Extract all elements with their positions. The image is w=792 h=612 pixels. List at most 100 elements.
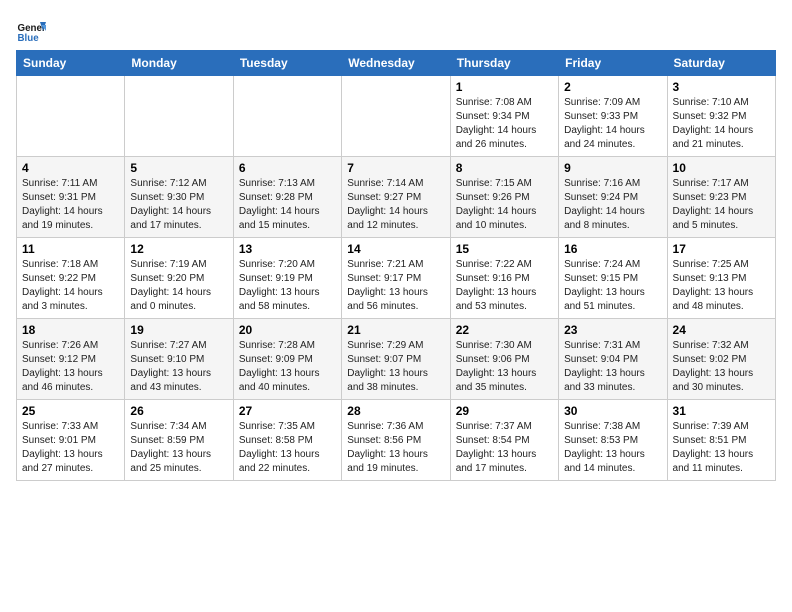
day-number: 3 <box>673 80 770 94</box>
day-number: 14 <box>347 242 444 256</box>
day-number: 8 <box>456 161 553 175</box>
day-info: Sunrise: 7:38 AM Sunset: 8:53 PM Dayligh… <box>564 420 661 476</box>
calendar-cell: 15Sunrise: 7:22 AM Sunset: 9:16 PM Dayli… <box>450 238 558 319</box>
day-info: Sunrise: 7:33 AM Sunset: 9:01 PM Dayligh… <box>22 420 119 476</box>
calendar-cell: 7Sunrise: 7:14 AM Sunset: 9:27 PM Daylig… <box>342 157 450 238</box>
day-info: Sunrise: 7:18 AM Sunset: 9:22 PM Dayligh… <box>22 258 119 314</box>
day-number: 5 <box>130 161 227 175</box>
calendar-table: SundayMondayTuesdayWednesdayThursdayFrid… <box>16 50 776 481</box>
day-info: Sunrise: 7:12 AM Sunset: 9:30 PM Dayligh… <box>130 177 227 233</box>
week-row-5: 25Sunrise: 7:33 AM Sunset: 9:01 PM Dayli… <box>17 400 776 481</box>
day-info: Sunrise: 7:34 AM Sunset: 8:59 PM Dayligh… <box>130 420 227 476</box>
day-number: 30 <box>564 404 661 418</box>
calendar-cell: 4 Sunrise: 7:11 AM Sunset: 9:31 PM Daylig… <box>17 157 125 238</box>
calendar-cell: 6 Sunrise: 7:13 AM Sunset: 9:28 PM Daylig… <box>233 157 341 238</box>
calendar-cell: 21 Sunrise: 7:29 AM Sunset: 9:07 PM Dayli… <box>342 319 450 400</box>
day-info: Sunrise: 7:27 AM Sunset: 9:10 PM Dayligh… <box>130 339 227 395</box>
day-info: Sunrise: 7:29 AM Sunset: 9:07 PM Dayligh… <box>347 339 444 395</box>
day-number: 18 <box>22 323 119 337</box>
weekday-header-sunday: Sunday <box>17 51 125 76</box>
day-number: 13 <box>239 242 336 256</box>
weekday-header-tuesday: Tuesday <box>233 51 341 76</box>
day-info: Sunrise: 7:26 AM Sunset: 9:12 PM Dayligh… <box>22 339 119 395</box>
calendar-cell: 23Sunrise: 7:31 AM Sunset: 9:04 PM Dayli… <box>559 319 667 400</box>
day-number: 22 <box>456 323 553 337</box>
day-info: Sunrise: 7:15 AM Sunset: 9:26 PM Dayligh… <box>456 177 553 233</box>
calendar-cell: 27 Sunrise: 7:35 AM Sunset: 8:58 PM Dayli… <box>233 400 341 481</box>
day-number: 4 <box>22 161 119 175</box>
calendar-cell <box>342 76 450 157</box>
day-info: Sunrise: 7:36 AM Sunset: 8:56 PM Dayligh… <box>347 420 444 476</box>
calendar-cell: 26 Sunrise: 7:34 AM Sunset: 8:59 PM Dayli… <box>125 400 233 481</box>
calendar-cell <box>17 76 125 157</box>
calendar-cell: 20 Sunrise: 7:28 AM Sunset: 9:09 PM Dayli… <box>233 319 341 400</box>
day-info: Sunrise: 7:13 AM Sunset: 9:28 PM Dayligh… <box>239 177 336 233</box>
day-info: Sunrise: 7:08 AM Sunset: 9:34 PM Dayligh… <box>456 96 553 152</box>
calendar-cell: 30 Sunrise: 7:38 AM Sunset: 8:53 PM Dayli… <box>559 400 667 481</box>
day-info: Sunrise: 7:14 AM Sunset: 9:27 PM Dayligh… <box>347 177 444 233</box>
weekday-header-row: SundayMondayTuesdayWednesdayThursdayFrid… <box>17 51 776 76</box>
calendar-cell: 13Sunrise: 7:20 AM Sunset: 9:19 PM Dayli… <box>233 238 341 319</box>
day-info: Sunrise: 7:10 AM Sunset: 9:32 PM Dayligh… <box>673 96 770 152</box>
day-info: Sunrise: 7:24 AM Sunset: 9:15 PM Dayligh… <box>564 258 661 314</box>
day-info: Sunrise: 7:39 AM Sunset: 8:51 PM Dayligh… <box>673 420 770 476</box>
day-info: Sunrise: 7:32 AM Sunset: 9:02 PM Dayligh… <box>673 339 770 395</box>
calendar-cell: 17 Sunrise: 7:25 AM Sunset: 9:13 PM Dayli… <box>667 238 775 319</box>
day-number: 21 <box>347 323 444 337</box>
page-header: General Blue <box>16 16 776 46</box>
day-info: Sunrise: 7:09 AM Sunset: 9:33 PM Dayligh… <box>564 96 661 152</box>
day-info: Sunrise: 7:25 AM Sunset: 9:13 PM Dayligh… <box>673 258 770 314</box>
day-number: 19 <box>130 323 227 337</box>
week-row-3: 11 Sunrise: 7:18 AM Sunset: 9:22 PM Dayli… <box>17 238 776 319</box>
day-number: 27 <box>239 404 336 418</box>
calendar-cell: 19 Sunrise: 7:27 AM Sunset: 9:10 PM Dayli… <box>125 319 233 400</box>
calendar-cell: 25Sunrise: 7:33 AM Sunset: 9:01 PM Dayli… <box>17 400 125 481</box>
day-number: 23 <box>564 323 661 337</box>
calendar-cell: 3 Sunrise: 7:10 AM Sunset: 9:32 PM Daylig… <box>667 76 775 157</box>
day-number: 28 <box>347 404 444 418</box>
day-number: 12 <box>130 242 227 256</box>
day-number: 1 <box>456 80 553 94</box>
day-number: 31 <box>673 404 770 418</box>
calendar-cell: 2Sunrise: 7:09 AM Sunset: 9:33 PM Daylig… <box>559 76 667 157</box>
day-number: 9 <box>564 161 661 175</box>
day-number: 10 <box>673 161 770 175</box>
day-number: 16 <box>564 242 661 256</box>
day-info: Sunrise: 7:21 AM Sunset: 9:17 PM Dayligh… <box>347 258 444 314</box>
day-number: 15 <box>456 242 553 256</box>
week-row-1: 1 Sunrise: 7:08 AM Sunset: 9:34 PM Daylig… <box>17 76 776 157</box>
calendar-cell: 1 Sunrise: 7:08 AM Sunset: 9:34 PM Daylig… <box>450 76 558 157</box>
weekday-header-monday: Monday <box>125 51 233 76</box>
calendar-cell: 24 Sunrise: 7:32 AM Sunset: 9:02 PM Dayli… <box>667 319 775 400</box>
day-number: 11 <box>22 242 119 256</box>
calendar-cell: 22 Sunrise: 7:30 AM Sunset: 9:06 PM Dayli… <box>450 319 558 400</box>
day-info: Sunrise: 7:19 AM Sunset: 9:20 PM Dayligh… <box>130 258 227 314</box>
calendar-cell: 29 Sunrise: 7:37 AM Sunset: 8:54 PM Dayli… <box>450 400 558 481</box>
day-number: 6 <box>239 161 336 175</box>
week-row-4: 18 Sunrise: 7:26 AM Sunset: 9:12 PM Dayli… <box>17 319 776 400</box>
calendar-cell: 28 Sunrise: 7:36 AM Sunset: 8:56 PM Dayli… <box>342 400 450 481</box>
calendar-cell: 10 Sunrise: 7:17 AM Sunset: 9:23 PM Dayli… <box>667 157 775 238</box>
day-number: 20 <box>239 323 336 337</box>
weekday-header-thursday: Thursday <box>450 51 558 76</box>
logo-icon: General Blue <box>16 16 46 46</box>
svg-text:Blue: Blue <box>18 33 40 44</box>
calendar-cell: 11 Sunrise: 7:18 AM Sunset: 9:22 PM Dayli… <box>17 238 125 319</box>
day-info: Sunrise: 7:30 AM Sunset: 9:06 PM Dayligh… <box>456 339 553 395</box>
day-number: 24 <box>673 323 770 337</box>
day-number: 17 <box>673 242 770 256</box>
day-info: Sunrise: 7:11 AM Sunset: 9:31 PM Dayligh… <box>22 177 119 233</box>
day-number: 26 <box>130 404 227 418</box>
day-info: Sunrise: 7:37 AM Sunset: 8:54 PM Dayligh… <box>456 420 553 476</box>
calendar-cell: 12 Sunrise: 7:19 AM Sunset: 9:20 PM Dayli… <box>125 238 233 319</box>
calendar-cell: 8 Sunrise: 7:15 AM Sunset: 9:26 PM Daylig… <box>450 157 558 238</box>
logo: General Blue <box>16 16 46 46</box>
calendar-cell <box>233 76 341 157</box>
calendar-cell: 5 Sunrise: 7:12 AM Sunset: 9:30 PM Daylig… <box>125 157 233 238</box>
weekday-header-friday: Friday <box>559 51 667 76</box>
day-info: Sunrise: 7:17 AM Sunset: 9:23 PM Dayligh… <box>673 177 770 233</box>
day-info: Sunrise: 7:35 AM Sunset: 8:58 PM Dayligh… <box>239 420 336 476</box>
calendar-cell: 16 Sunrise: 7:24 AM Sunset: 9:15 PM Dayli… <box>559 238 667 319</box>
day-info: Sunrise: 7:28 AM Sunset: 9:09 PM Dayligh… <box>239 339 336 395</box>
day-number: 29 <box>456 404 553 418</box>
